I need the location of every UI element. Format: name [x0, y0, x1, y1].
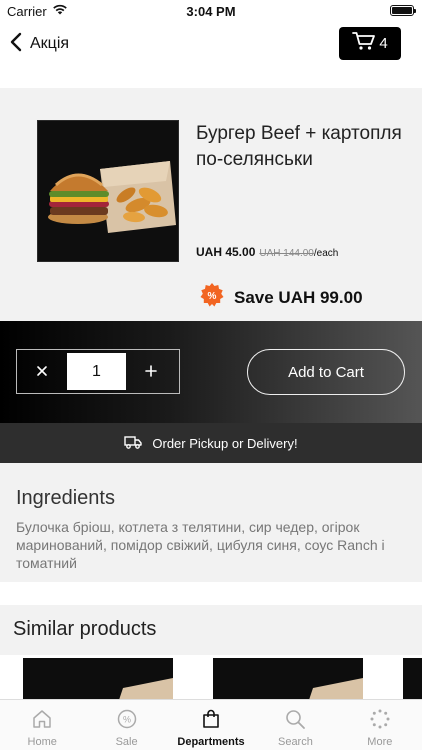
tab-sale[interactable]: % Sale [84, 700, 168, 750]
more-icon [369, 708, 391, 733]
cart-count: 4 [379, 35, 388, 52]
delivery-truck-icon [124, 435, 143, 452]
ingredients-text: Булочка бріош, котлета з телятини, сир ч… [16, 519, 385, 571]
savings-text: Save UAH 99.00 [234, 287, 363, 307]
tab-departments[interactable]: Departments [169, 700, 253, 750]
plus-icon [145, 361, 157, 383]
ingredients-heading: Ingredients [16, 487, 115, 509]
tab-label: Sale [115, 736, 138, 748]
back-label: Акція [30, 35, 70, 52]
status-bar: Carrier 3:04 PM [0, 0, 422, 22]
battery-icon [390, 5, 416, 16]
current-price: UAH 45.00 [196, 245, 256, 259]
delivery-label: Order Pickup or Delivery! [152, 435, 298, 451]
quantity-stepper [16, 349, 180, 394]
sale-icon: % [116, 708, 138, 733]
close-icon [36, 361, 48, 383]
old-price: UAH 144.00 [259, 248, 314, 259]
cart-button[interactable]: 4 [339, 27, 401, 60]
product-image [37, 120, 179, 262]
delivery-banner[interactable]: Order Pickup or Delivery! [0, 423, 422, 463]
similar-product-card[interactable] [213, 658, 363, 700]
similar-products-carousel[interactable] [0, 658, 422, 700]
increase-quantity-button[interactable] [126, 350, 176, 393]
decrease-quantity-button[interactable] [17, 350, 67, 393]
tab-label: Home [27, 736, 57, 748]
tab-label: Search [277, 736, 313, 748]
price-unit: /each [313, 248, 339, 259]
search-icon [284, 708, 306, 733]
discount-badge-icon: % [199, 282, 225, 313]
tab-label: More [367, 736, 393, 748]
add-to-cart-button[interactable]: Add to Cart [247, 349, 405, 395]
similar-products-heading: Similar products [13, 618, 157, 640]
add-to-cart-panel: Add to Cart [0, 321, 422, 423]
chevron-left-icon [10, 32, 22, 57]
ingredients-section: Ingredients Булочка бріош, котлета з тел… [0, 463, 422, 582]
navigation-bar: Акція 4 [0, 22, 422, 86]
bag-icon [200, 708, 222, 733]
savings-row: % Save UAH 99.00 [199, 282, 363, 313]
svg-text:%: % [208, 291, 217, 302]
cart-icon [352, 31, 376, 56]
similar-product-card[interactable] [23, 658, 173, 700]
tab-bar: Home % Sale Departments Search More [0, 699, 422, 750]
tab-home[interactable]: Home [0, 700, 84, 750]
similar-product-card[interactable] [403, 658, 422, 700]
home-icon [31, 708, 53, 733]
similar-products-header: Similar products [0, 605, 422, 655]
tab-more[interactable]: More [338, 700, 422, 750]
product-header: Бургер Beef + картопля по-селянськи UAH … [0, 88, 422, 321]
tab-search[interactable]: Search [253, 700, 337, 750]
back-button[interactable]: Акція [10, 32, 69, 56]
product-title: Бургер Beef + картопля по-селянськи [196, 123, 402, 170]
price-row: UAH 45.00 UAH 144.00/each [196, 245, 338, 259]
clock: 3:04 PM [186, 4, 236, 19]
svg-text:%: % [123, 715, 131, 725]
quantity-input[interactable] [67, 353, 126, 390]
tab-label: Departments [177, 736, 245, 748]
